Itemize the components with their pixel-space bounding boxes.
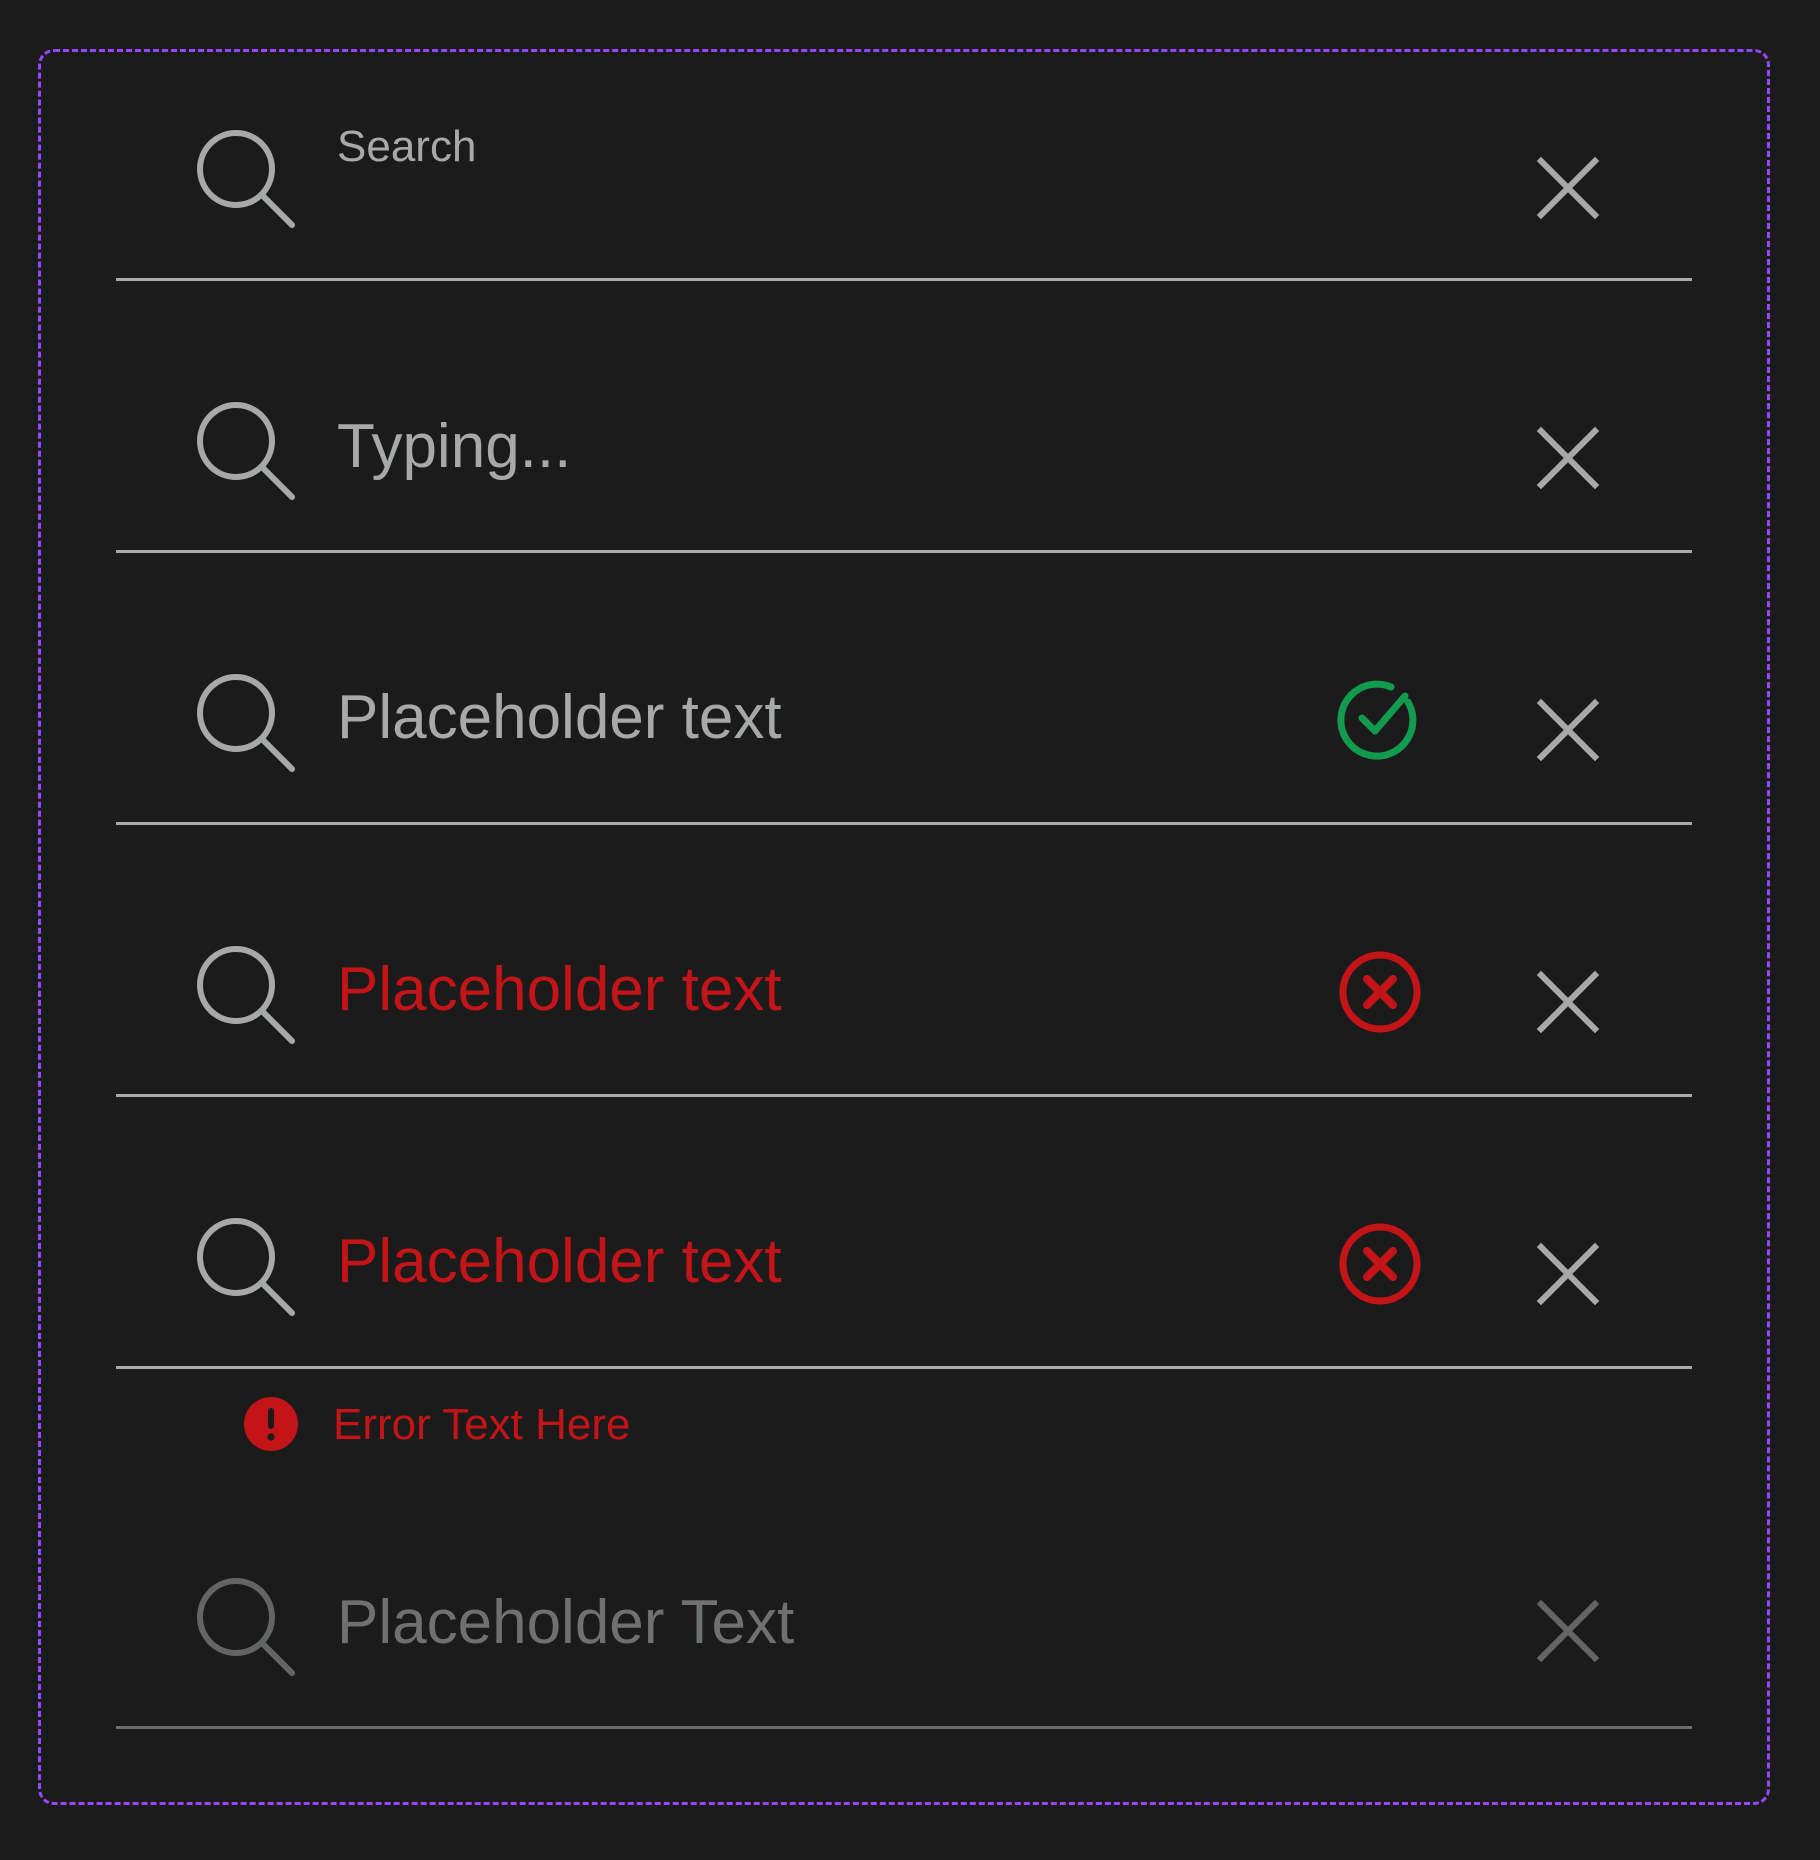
search-field-disabled: Placeholder Text	[0, 1470, 1820, 1760]
search-input-value[interactable]: Typing...	[337, 416, 571, 478]
search-input-value[interactable]: Placeholder text	[337, 959, 782, 1021]
search-field-label: Search	[337, 122, 477, 171]
alert-circle-icon	[244, 1397, 298, 1451]
error-circle-icon	[1335, 947, 1425, 1037]
search-input-value[interactable]: Placeholder text	[337, 1231, 782, 1293]
close-icon[interactable]	[1533, 153, 1603, 223]
search-icon	[193, 942, 297, 1046]
close-icon[interactable]	[1533, 1239, 1603, 1309]
search-input-value[interactable]: Placeholder text	[337, 687, 782, 749]
check-circle-icon	[1337, 680, 1417, 760]
close-icon	[1533, 1596, 1603, 1666]
search-field-error-message[interactable]: Placeholder text	[0, 1106, 1820, 1378]
close-icon[interactable]	[1533, 695, 1603, 765]
search-icon	[193, 1574, 297, 1678]
search-input-placeholder: Placeholder Text	[337, 1588, 795, 1657]
error-circle-icon	[1335, 1219, 1425, 1309]
search-icon	[193, 398, 297, 502]
search-field-success[interactable]: Placeholder text	[0, 562, 1820, 834]
field-underline	[116, 1726, 1692, 1729]
search-field-focused[interactable]: Search	[0, 0, 1820, 290]
error-helper-text: Error Text Here	[333, 1400, 631, 1449]
search-icon	[193, 126, 297, 230]
close-icon[interactable]	[1533, 423, 1603, 493]
search-icon	[193, 670, 297, 774]
field-underline	[116, 1366, 1692, 1369]
close-icon[interactable]	[1533, 967, 1603, 1037]
error-helper: Error Text Here	[243, 1396, 843, 1452]
field-underline	[116, 1094, 1692, 1097]
field-underline	[116, 278, 1692, 281]
search-icon	[193, 1214, 297, 1318]
field-underline	[116, 550, 1692, 553]
search-field-error[interactable]: Placeholder text	[0, 834, 1820, 1106]
field-underline	[116, 822, 1692, 825]
search-field-typing[interactable]: Typing...	[0, 290, 1820, 562]
